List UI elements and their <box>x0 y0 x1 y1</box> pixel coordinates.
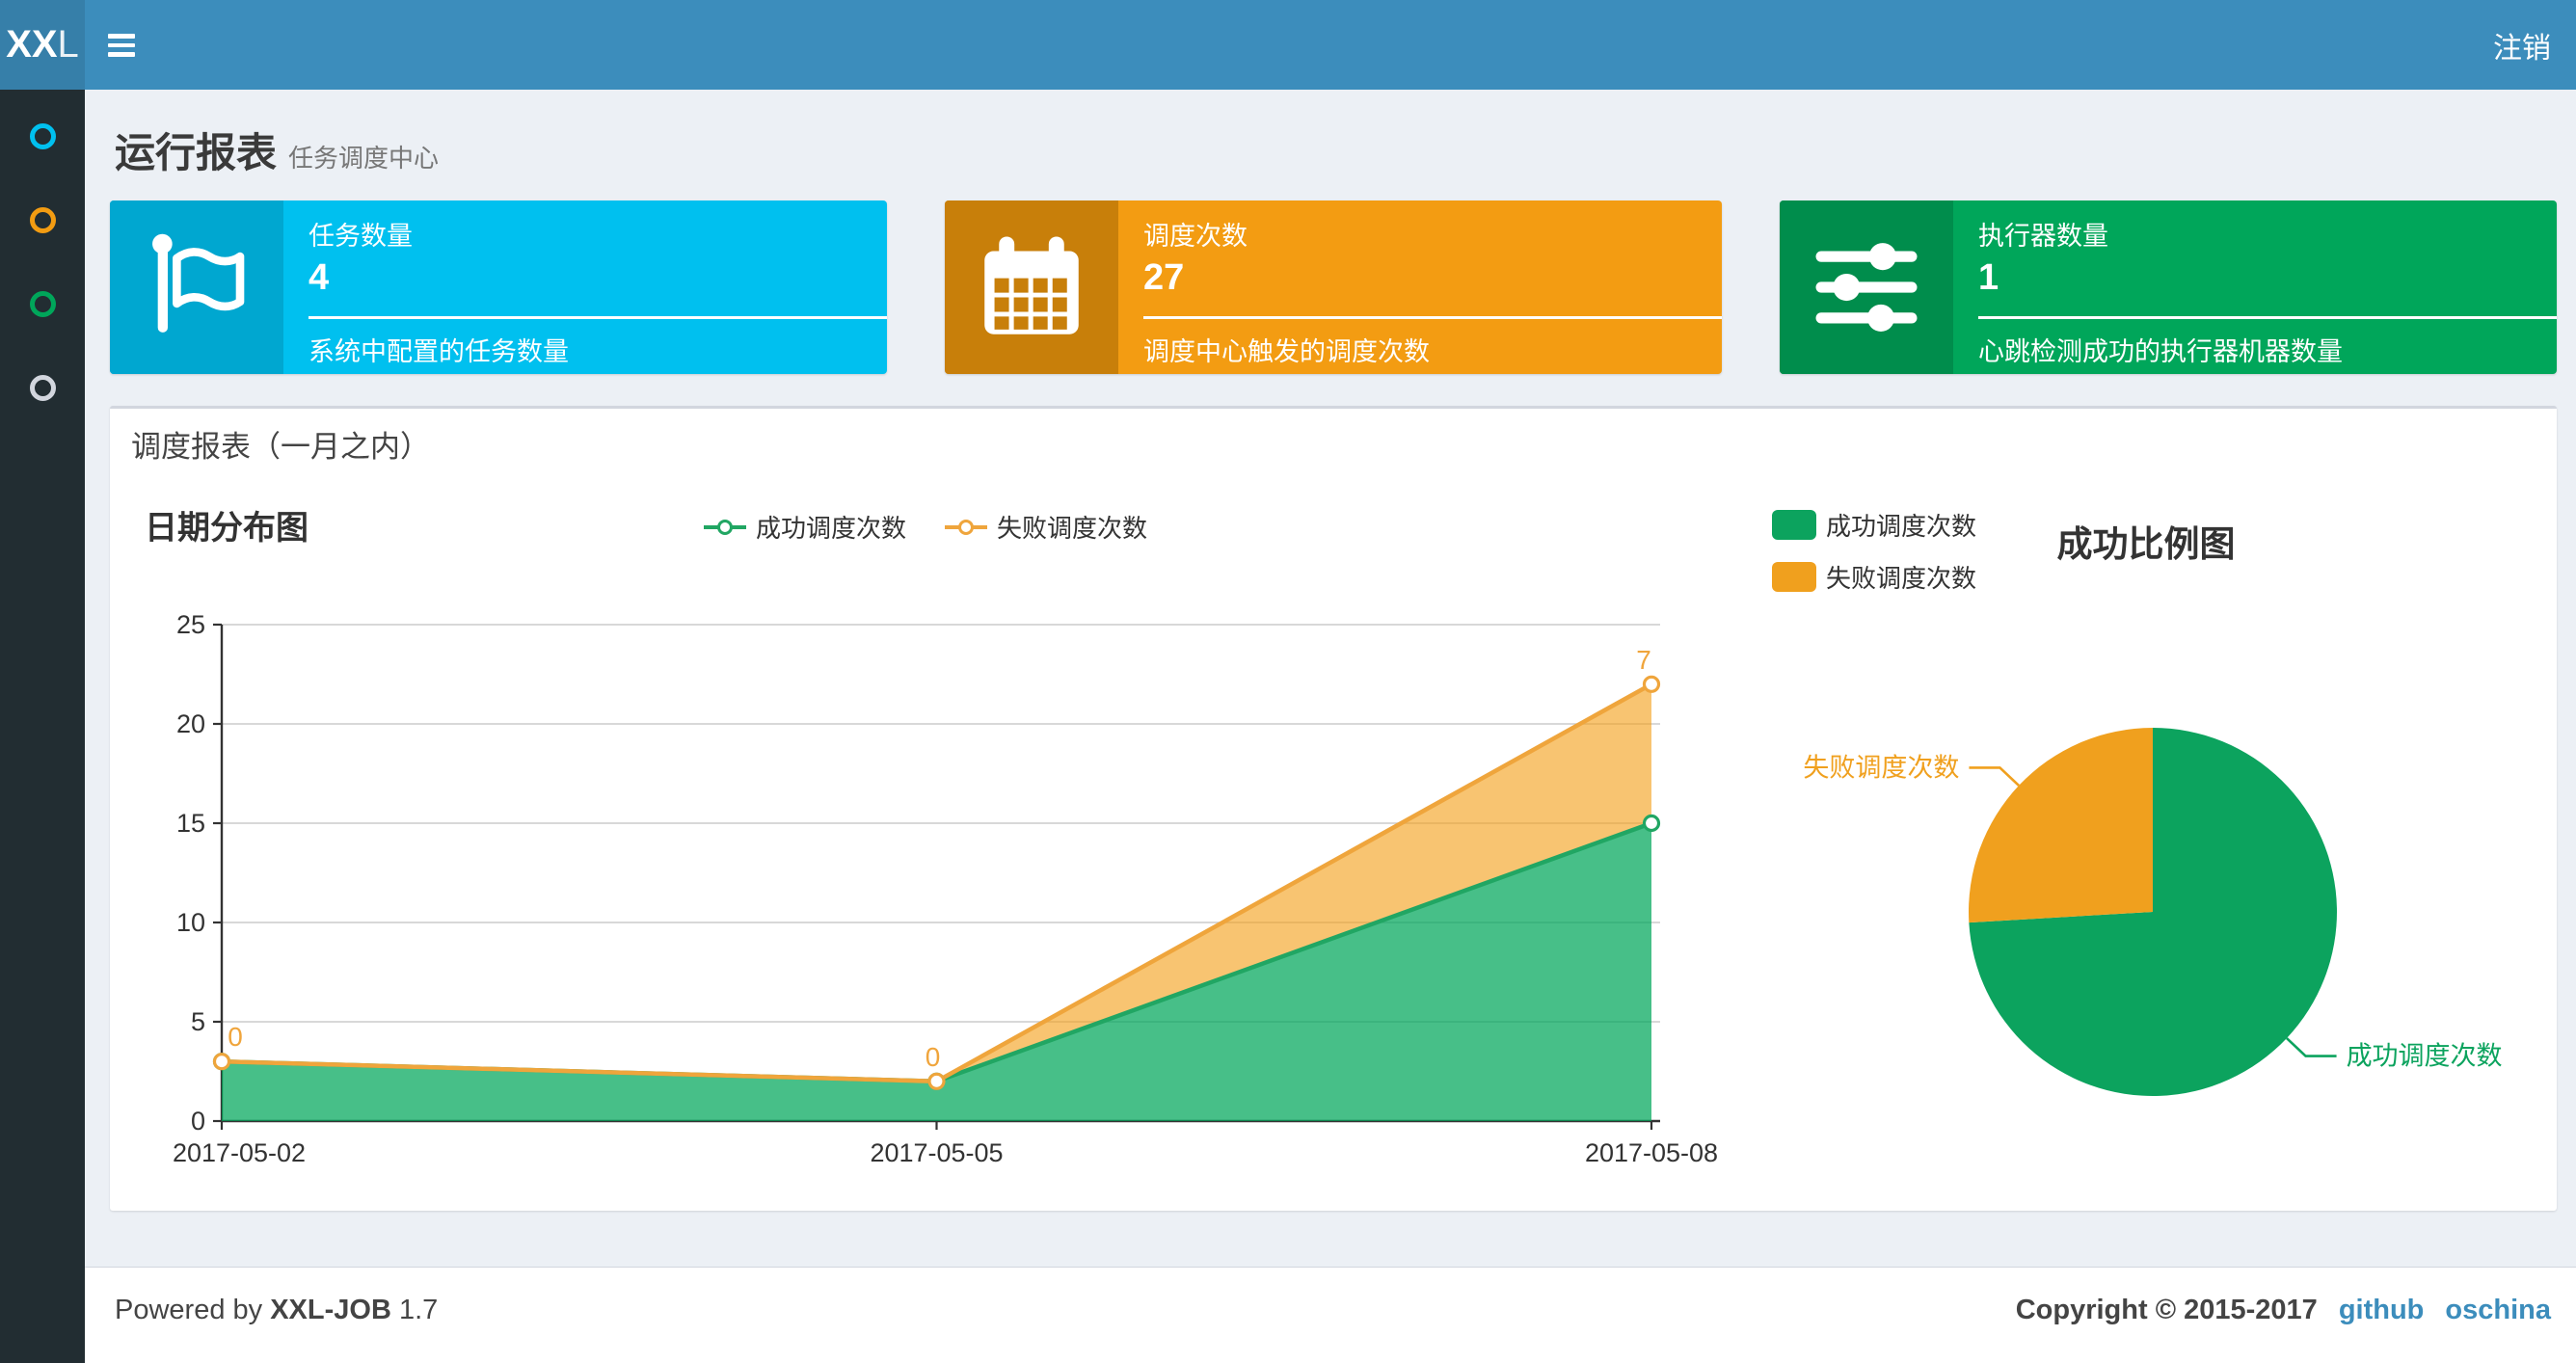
line-marker-icon <box>704 519 746 535</box>
hamburger-icon <box>108 34 135 39</box>
svg-text:2017-05-08: 2017-05-08 <box>1585 1138 1718 1167</box>
github-link[interactable]: github <box>2339 1295 2425 1326</box>
svg-text:2017-05-05: 2017-05-05 <box>870 1138 1003 1167</box>
info-box-row: 任务数量 4 系统中配置的任务数量 调度次数 27 调度中心触发的调度次数 执行… <box>110 200 2557 374</box>
panel-title: 调度报表（一月之内） <box>131 430 430 464</box>
flag-icon <box>110 200 283 374</box>
svg-text:2017-05-02: 2017-05-02 <box>173 1138 306 1167</box>
date-distribution-chart[interactable]: 05101520252017-05-02 2017-05-05 2017-05-08… <box>125 581 1735 1208</box>
info-box-divider <box>309 316 887 319</box>
hamburger-icon <box>108 52 135 57</box>
sliders-icon <box>1780 200 1953 374</box>
svg-text:成功调度次数: 成功调度次数 <box>2347 1042 2503 1071</box>
svg-text:20: 20 <box>176 709 205 738</box>
svg-text:10: 10 <box>176 908 205 937</box>
product-name: XXL-JOB <box>270 1295 391 1325</box>
calendar-icon <box>945 200 1118 374</box>
legend-label: 成功调度次数 <box>756 514 907 543</box>
powered-prefix: Powered by <box>115 1295 263 1325</box>
page-header: 运行报表 任务调度中心 <box>115 120 439 179</box>
info-box-value: 27 <box>1143 257 1185 298</box>
info-box-description: 调度中心触发的调度次数 <box>1143 337 1430 366</box>
info-box-title: 任务数量 <box>309 222 413 251</box>
sidebar-item-report[interactable] <box>0 94 85 178</box>
legend-item-fail[interactable]: 失败调度次数 <box>945 509 1147 545</box>
svg-text:15: 15 <box>176 809 205 838</box>
info-box-title: 执行器数量 <box>1978 222 2108 251</box>
info-box-triggers: 调度次数 27 调度中心触发的调度次数 <box>945 200 1722 374</box>
legend-swatch-icon <box>1772 562 1816 592</box>
svg-text:5: 5 <box>191 1007 205 1036</box>
svg-text:25: 25 <box>176 610 205 639</box>
success-ratio-pie-chart[interactable]: 成功调度次数 失败调度次数 <box>1764 601 2564 1208</box>
svg-text:7: 7 <box>1636 645 1651 675</box>
info-box-divider <box>1978 316 2557 319</box>
svg-text:0: 0 <box>191 1107 205 1136</box>
info-box-description: 系统中配置的任务数量 <box>309 337 569 366</box>
sidebar-item-joblog[interactable] <box>0 262 85 346</box>
svg-text:0: 0 <box>228 1022 243 1052</box>
logo-text-bold: XX <box>6 23 58 66</box>
info-box-description: 心跳检测成功的执行器机器数量 <box>1978 337 2343 366</box>
main-footer: Powered by XXL-JOB 1.7 Copyright © 2015-… <box>85 1267 2576 1363</box>
info-box-jobs: 任务数量 4 系统中配置的任务数量 <box>110 200 887 374</box>
copyright-text: Copyright © 2015-2017 github oschina <box>2016 1295 2551 1326</box>
top-navbar: XX L 注销 <box>0 0 2576 90</box>
logout-link[interactable]: 注销 <box>2493 0 2551 90</box>
svg-text:0: 0 <box>926 1042 941 1072</box>
sidebar-item-jobs[interactable] <box>0 178 85 262</box>
hamburger-icon <box>108 42 135 48</box>
sidebar-item-executors[interactable] <box>0 346 85 430</box>
logo-text-light: L <box>57 23 79 66</box>
line-chart-legend: 成功调度次数 失败调度次数 <box>704 509 1147 545</box>
info-box-content: 任务数量 4 系统中配置的任务数量 <box>283 200 887 374</box>
page-subtitle: 任务调度中心 <box>288 144 440 173</box>
powered-by-text: Powered by XXL-JOB 1.7 <box>115 1295 438 1326</box>
legend-item-success[interactable]: 成功调度次数 <box>704 509 906 545</box>
circle-o-icon <box>29 123 56 149</box>
info-box-content: 调度次数 27 调度中心触发的调度次数 <box>1118 200 1722 374</box>
svg-text:失败调度次数: 失败调度次数 <box>1803 753 1959 782</box>
line-marker-icon <box>945 519 988 535</box>
circle-o-icon <box>29 375 56 401</box>
circle-o-icon <box>29 207 56 233</box>
info-box-title: 调度次数 <box>1143 222 1248 251</box>
report-panel: 调度报表（一月之内） 日期分布图 成功调度次数 失败调度次数 成功调度次数 失败… <box>110 406 2557 1211</box>
info-box-value: 4 <box>309 257 330 298</box>
legend-swatch-icon <box>1772 510 1816 540</box>
oschina-link[interactable]: oschina <box>2445 1295 2551 1326</box>
page-title: 运行报表 <box>115 130 278 175</box>
pie-chart-title: 成功比例图 <box>2056 524 2236 564</box>
info-box-executors: 执行器数量 1 心跳检测成功的执行器机器数量 <box>1780 200 2557 374</box>
copyright-label: Copyright © 2015-2017 <box>2015 1295 2318 1325</box>
xxl-job-dashboard: XX L 注销 运行报表 任务调度中心 任务数量 4 系统中配置的任务数量 调度… <box>0 0 2576 1363</box>
product-version: 1.7 <box>398 1295 439 1325</box>
legend-label: 失败调度次数 <box>997 514 1148 543</box>
line-chart-title: 日期分布图 <box>145 510 309 547</box>
sidebar-toggle-button[interactable] <box>108 29 147 62</box>
circle-o-icon <box>29 291 56 317</box>
info-box-divider <box>1143 316 1722 319</box>
sidebar <box>0 90 85 1363</box>
info-box-value: 1 <box>1978 257 1999 298</box>
info-box-content: 执行器数量 1 心跳检测成功的执行器机器数量 <box>1953 200 2557 374</box>
app-logo[interactable]: XX L <box>0 0 85 90</box>
content-area: 运行报表 任务调度中心 任务数量 4 系统中配置的任务数量 调度次数 27 调度… <box>85 90 2576 1267</box>
